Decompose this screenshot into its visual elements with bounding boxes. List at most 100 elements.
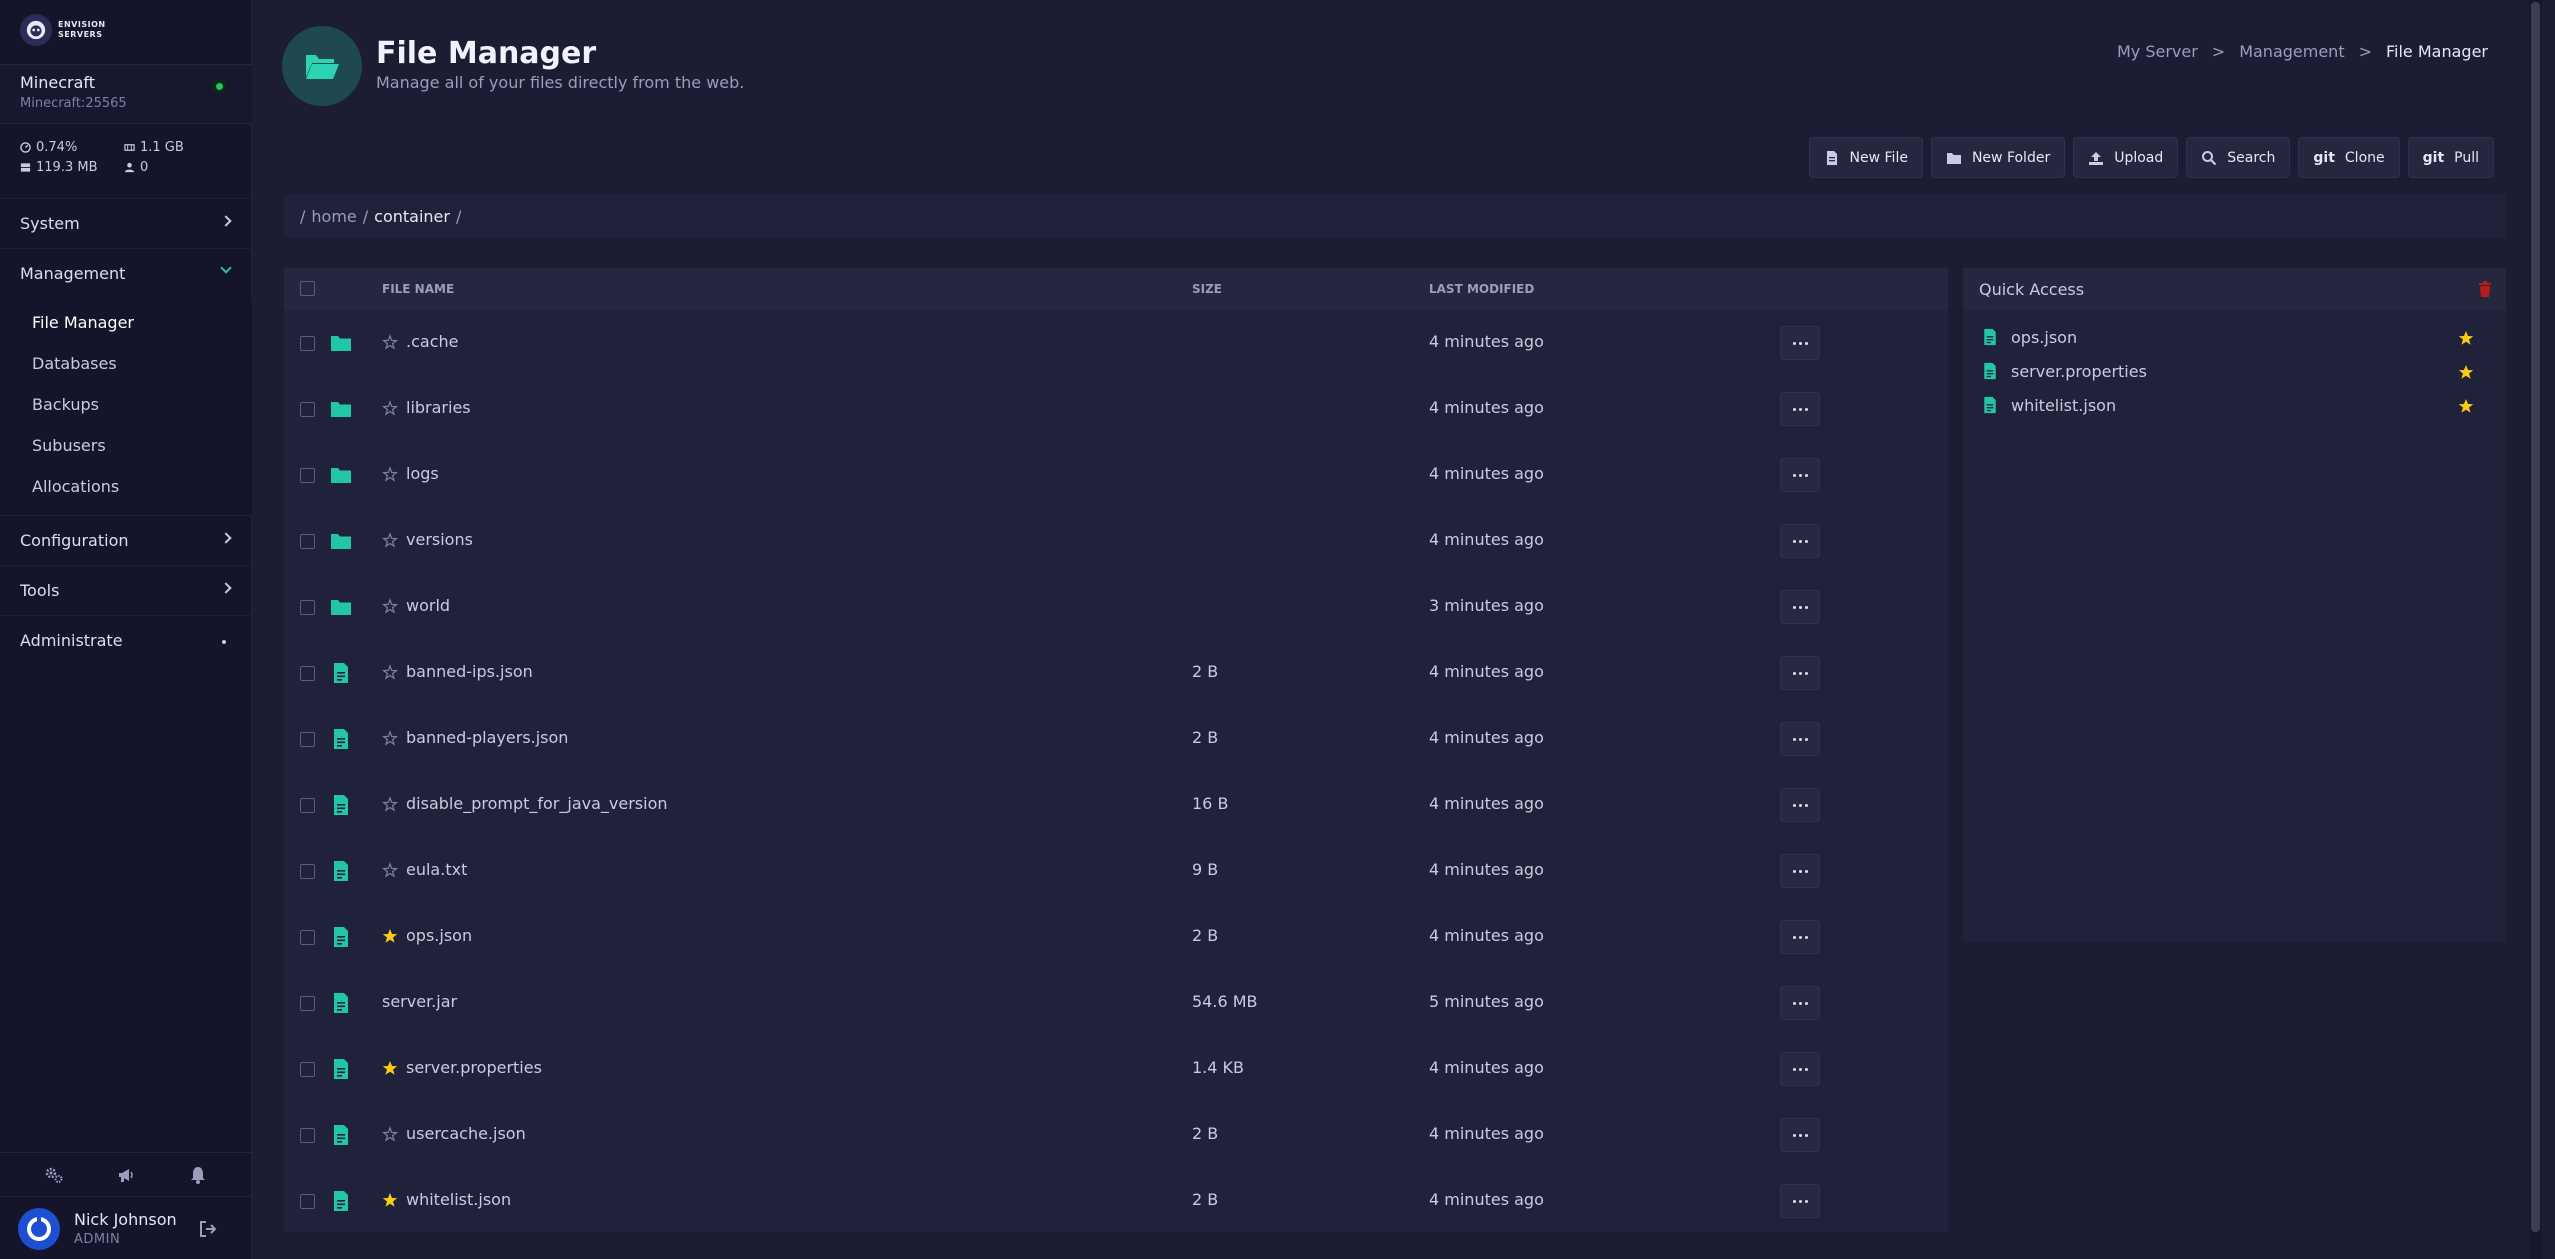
more-actions-button[interactable] <box>1780 1184 1820 1218</box>
more-actions-button[interactable] <box>1780 326 1820 360</box>
quick-access-item[interactable]: server.properties <box>1963 354 2506 388</box>
quick-access-item[interactable]: ops.json <box>1963 320 2506 354</box>
more-actions-button[interactable] <box>1780 920 1820 954</box>
git-clone-button[interactable]: git Clone <box>2298 137 2400 178</box>
star-outline-icon[interactable] <box>381 1126 399 1142</box>
more-actions-button[interactable] <box>1780 458 1820 492</box>
star-filled-icon[interactable] <box>382 928 398 944</box>
row-checkbox[interactable] <box>300 930 315 945</box>
path-home[interactable]: home <box>311 207 356 226</box>
new-file-button[interactable]: New File <box>1808 137 1923 178</box>
bell-icon[interactable] <box>188 1165 208 1185</box>
quick-access-item[interactable]: whitelist.json <box>1963 388 2506 422</box>
sidebar-item-subusers[interactable]: Subusers <box>0 425 252 466</box>
table-row[interactable]: .cache 4 minutes ago <box>284 310 1948 376</box>
file-name[interactable]: banned-ips.json <box>406 662 533 681</box>
settings-gears-icon[interactable] <box>44 1165 64 1185</box>
path-root[interactable]: / <box>300 207 305 226</box>
star-outline-icon[interactable] <box>381 400 399 416</box>
table-row[interactable]: disable_prompt_for_java_version 16 B 4 min… <box>284 772 1948 838</box>
file-name[interactable]: world <box>406 596 450 615</box>
search-button[interactable]: Search <box>2186 137 2291 178</box>
row-checkbox[interactable] <box>300 732 315 747</box>
file-name[interactable]: server.properties <box>406 1058 542 1077</box>
avatar[interactable] <box>18 1207 60 1250</box>
file-name[interactable]: banned-players.json <box>406 728 568 747</box>
file-name[interactable]: logs <box>406 464 439 483</box>
row-checkbox[interactable] <box>300 1062 315 1077</box>
nav-management[interactable]: Management <box>0 248 252 298</box>
user-profile[interactable]: Nick Johnson ADMIN <box>0 1197 252 1259</box>
table-row[interactable]: usercache.json 2 B 4 minutes ago <box>284 1102 1948 1168</box>
file-name[interactable]: usercache.json <box>406 1124 526 1143</box>
nav-tools[interactable]: Tools <box>0 565 252 615</box>
sidebar-item-allocations[interactable]: Allocations <box>0 466 252 507</box>
row-checkbox[interactable] <box>300 336 315 351</box>
more-actions-button[interactable] <box>1780 1118 1820 1152</box>
sidebar-item-file-manager[interactable]: File Manager <box>0 302 252 343</box>
nav-configuration[interactable]: Configuration <box>0 515 252 565</box>
logout-icon[interactable] <box>198 1219 218 1239</box>
row-checkbox[interactable] <box>300 666 315 681</box>
star-outline-icon[interactable] <box>381 532 399 548</box>
star-outline-icon[interactable] <box>381 664 399 680</box>
select-all-checkbox[interactable] <box>300 281 315 296</box>
more-actions-button[interactable] <box>1780 854 1820 888</box>
table-row[interactable]: logs 4 minutes ago <box>284 442 1948 508</box>
file-name[interactable]: eula.txt <box>406 860 467 879</box>
table-row[interactable]: whitelist.json 2 B 4 minutes ago <box>284 1168 1948 1234</box>
table-row[interactable]: eula.txt 9 B 4 minutes ago <box>284 838 1948 904</box>
nav-administrate[interactable]: Administrate <box>0 615 252 665</box>
more-actions-button[interactable] <box>1780 656 1820 690</box>
row-checkbox[interactable] <box>300 996 315 1011</box>
more-actions-button[interactable] <box>1780 986 1820 1020</box>
row-checkbox[interactable] <box>300 864 315 879</box>
scrollbar-thumb[interactable] <box>2531 2 2540 1232</box>
page-scrollbar[interactable] <box>2529 0 2542 1259</box>
table-row[interactable]: banned-ips.json 2 B 4 minutes ago <box>284 640 1948 706</box>
star-filled-icon[interactable] <box>382 1060 398 1076</box>
row-checkbox[interactable] <box>300 402 315 417</box>
star-outline-icon[interactable] <box>381 730 399 746</box>
more-actions-button[interactable] <box>1780 788 1820 822</box>
table-row[interactable]: banned-players.json 2 B 4 minutes ago <box>284 706 1948 772</box>
more-actions-button[interactable] <box>1780 1052 1820 1086</box>
table-row[interactable]: versions 4 minutes ago <box>284 508 1948 574</box>
new-folder-button[interactable]: New Folder <box>1930 137 2066 178</box>
star-outline-icon[interactable] <box>381 334 399 350</box>
star-filled-icon[interactable] <box>382 1192 398 1208</box>
file-name[interactable]: versions <box>406 530 473 549</box>
table-row[interactable]: server.properties 1.4 KB 4 minutes ago <box>284 1036 1948 1102</box>
sidebar-item-backups[interactable]: Backups <box>0 384 252 425</box>
row-checkbox[interactable] <box>300 798 315 813</box>
row-checkbox[interactable] <box>300 1194 315 1209</box>
breadcrumb-my-server[interactable]: My Server <box>2117 42 2198 61</box>
header-size[interactable]: SIZE <box>1192 282 1222 296</box>
row-checkbox[interactable] <box>300 600 315 615</box>
git-pull-button[interactable]: git Pull <box>2407 137 2494 178</box>
breadcrumb-management[interactable]: Management <box>2239 42 2344 61</box>
file-name[interactable]: disable_prompt_for_java_version <box>406 794 668 813</box>
trash-icon[interactable] <box>2478 281 2492 297</box>
table-row[interactable]: server.jar 54.6 MB 5 minutes ago <box>284 970 1948 1036</box>
star-outline-icon[interactable] <box>381 466 399 482</box>
star-filled-icon[interactable] <box>2458 398 2474 414</box>
row-checkbox[interactable] <box>300 1128 315 1143</box>
megaphone-icon[interactable] <box>116 1165 136 1185</box>
header-last-modified[interactable]: LAST MODIFIED <box>1429 282 1534 296</box>
star-outline-icon[interactable] <box>381 598 399 614</box>
more-actions-button[interactable] <box>1780 392 1820 426</box>
more-actions-button[interactable] <box>1780 524 1820 558</box>
header-file-name[interactable]: FILE NAME <box>382 282 454 296</box>
more-actions-button[interactable] <box>1780 590 1820 624</box>
upload-button[interactable]: Upload <box>2073 137 2179 178</box>
file-name[interactable]: server.jar <box>382 992 457 1011</box>
table-row[interactable]: ops.json 2 B 4 minutes ago <box>284 904 1948 970</box>
file-name[interactable]: whitelist.json <box>406 1190 511 1209</box>
star-filled-icon[interactable] <box>2458 330 2474 346</box>
table-row[interactable]: libraries 4 minutes ago <box>284 376 1948 442</box>
more-actions-button[interactable] <box>1780 722 1820 756</box>
brand-logo[interactable]: ENVISION SERVERS <box>20 14 106 46</box>
row-checkbox[interactable] <box>300 534 315 549</box>
file-name[interactable]: ops.json <box>406 926 472 945</box>
